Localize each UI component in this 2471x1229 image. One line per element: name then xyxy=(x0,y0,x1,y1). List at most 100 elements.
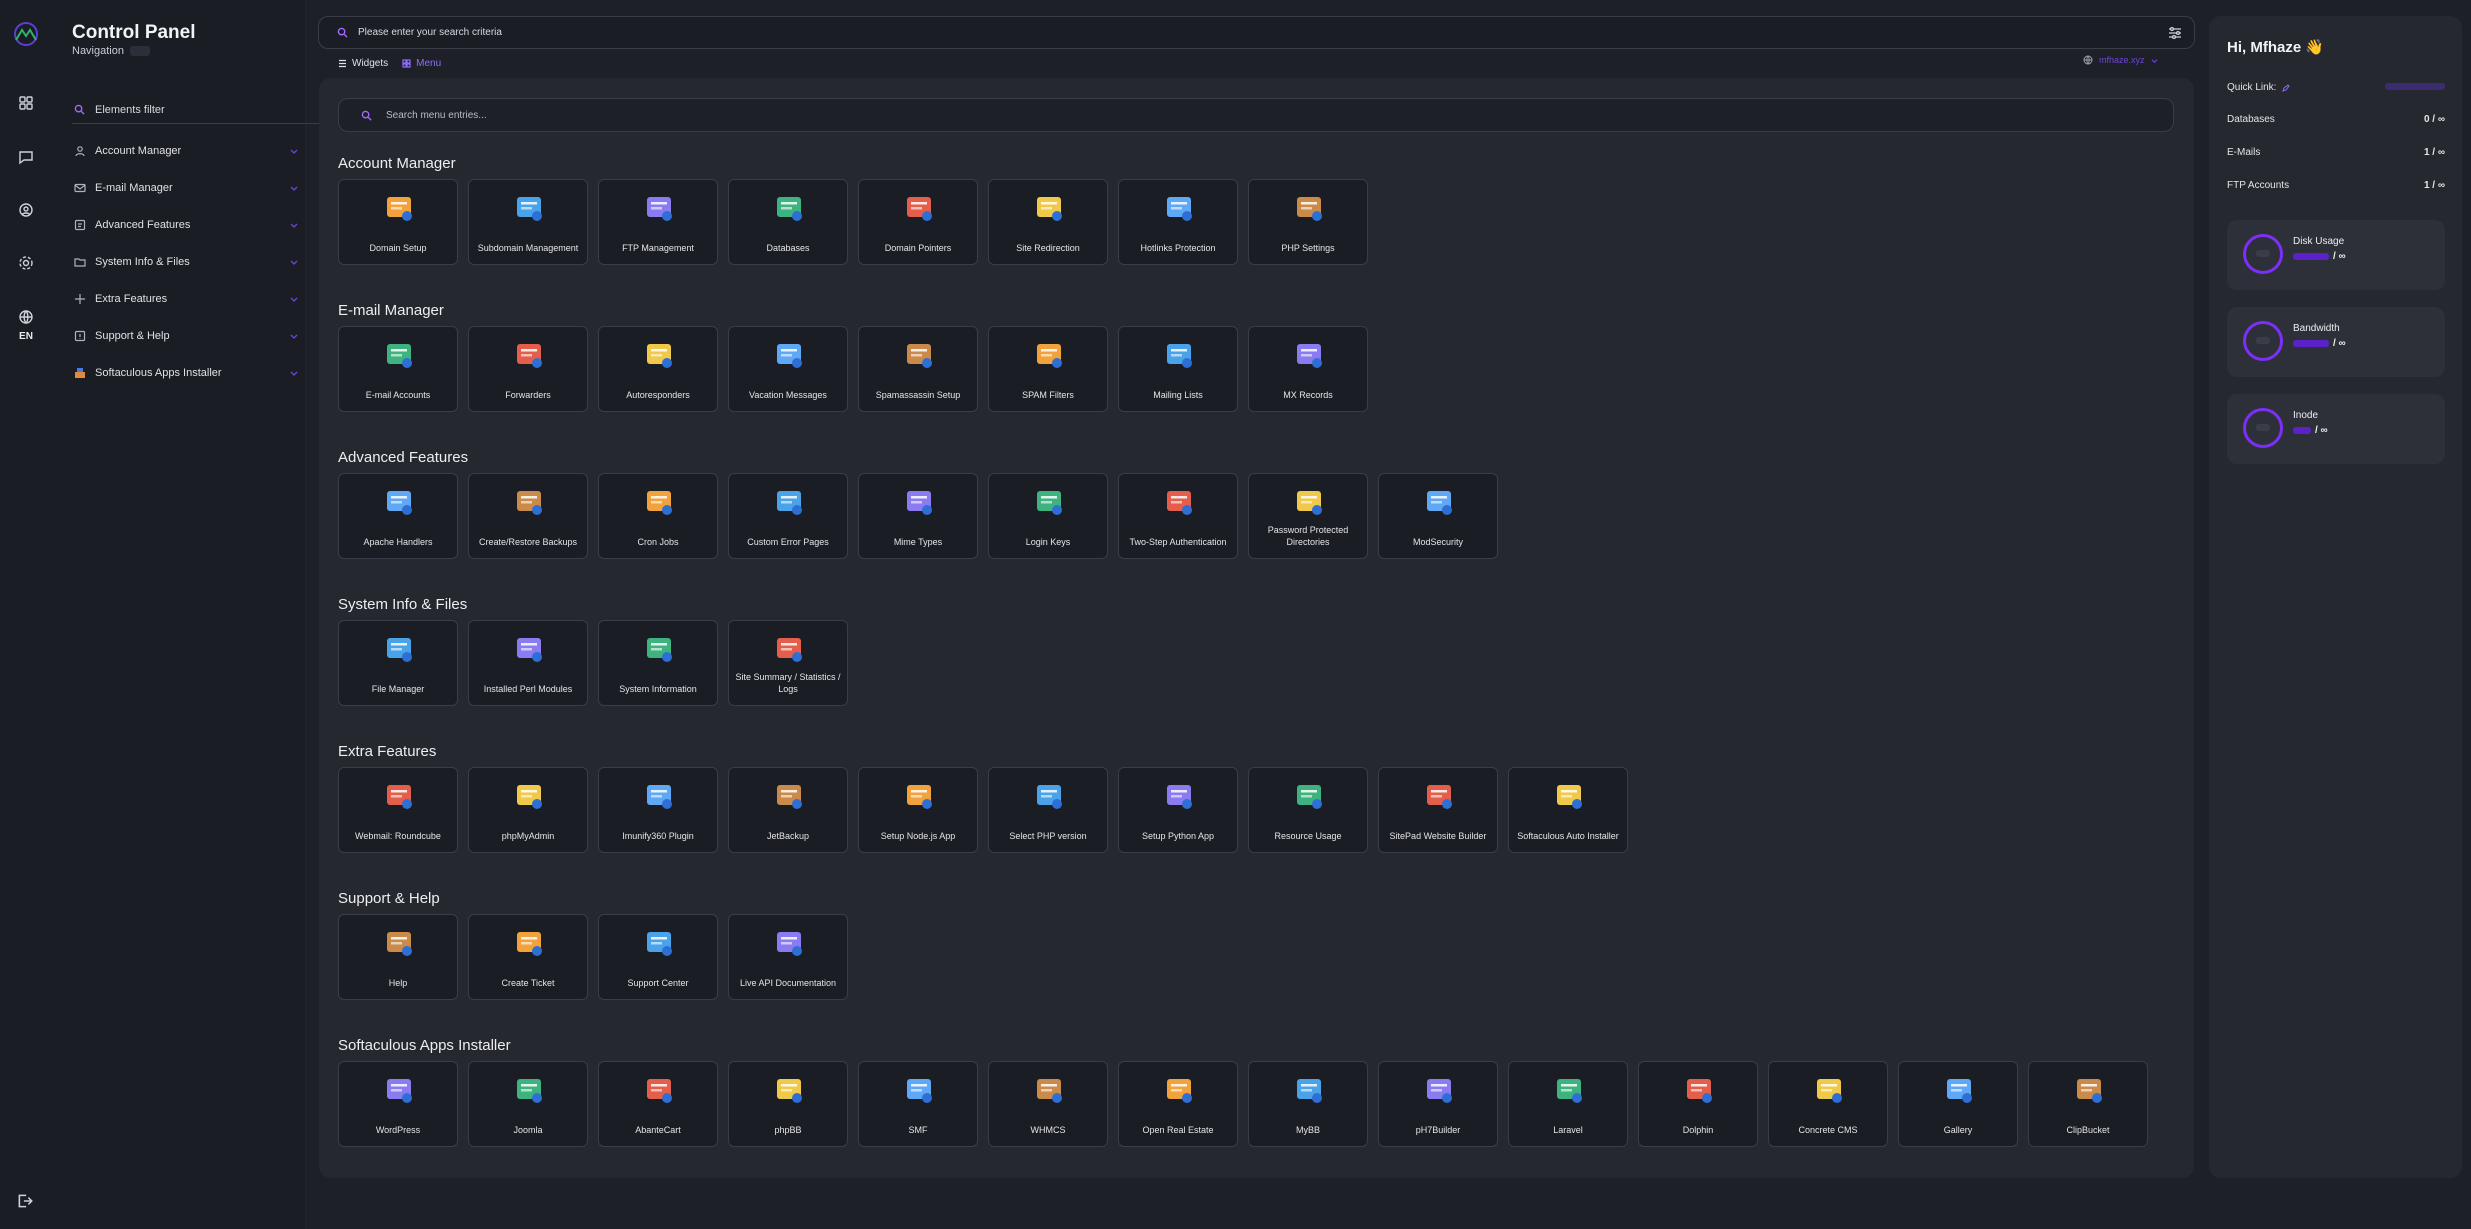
tab-widgets[interactable]: Widgets xyxy=(338,58,388,69)
sidebar-item-softaculous[interactable]: Softaculous Apps Installer xyxy=(72,354,326,391)
menu-tile[interactable]: Installed Perl Modules xyxy=(468,620,588,706)
menu-tile[interactable]: Imunify360 Plugin xyxy=(598,767,718,853)
menu-tile[interactable]: Mailing Lists xyxy=(1118,326,1238,412)
edit-icon[interactable] xyxy=(2282,83,2291,92)
elements-filter-input[interactable]: Elements filter xyxy=(72,96,326,124)
menu-tile[interactable]: AbanteCart xyxy=(598,1061,718,1147)
menu-tile[interactable]: Site Redirection xyxy=(988,179,1108,265)
menu-tile[interactable]: Mime Types xyxy=(858,473,978,559)
menu-tile[interactable]: SMF xyxy=(858,1061,978,1147)
menu-tile[interactable]: phpMyAdmin xyxy=(468,767,588,853)
menu-tile[interactable]: MyBB xyxy=(1248,1061,1368,1147)
menu-tile[interactable]: Open Real Estate xyxy=(1118,1061,1238,1147)
menu-tile[interactable]: Login Keys xyxy=(988,473,1108,559)
quick-link[interactable]: Quick Link: xyxy=(2227,82,2445,93)
menu-tile[interactable]: Resource Usage xyxy=(1248,767,1368,853)
tab-menu[interactable]: Menu xyxy=(402,58,441,69)
menu-tile[interactable]: Concrete CMS xyxy=(1768,1061,1888,1147)
menu-tile[interactable]: Apache Handlers xyxy=(338,473,458,559)
menu-tile[interactable]: Domain Setup xyxy=(338,179,458,265)
menu-tile[interactable]: Select PHP version xyxy=(988,767,1108,853)
menu-tile[interactable]: E-mail Accounts xyxy=(338,326,458,412)
grid-icon xyxy=(402,59,411,68)
chat-icon[interactable] xyxy=(13,144,39,170)
menu-tile[interactable]: Laravel xyxy=(1508,1061,1628,1147)
menu-tile[interactable]: Hotlinks Protection xyxy=(1118,179,1238,265)
tile-label: Setup Python App xyxy=(1141,831,1215,841)
menu-tile[interactable]: Support Center xyxy=(598,914,718,1000)
menu-tile[interactable]: phpBB xyxy=(728,1061,848,1147)
menu-tile[interactable]: Joomla xyxy=(468,1061,588,1147)
menu-tile[interactable]: Databases xyxy=(728,179,848,265)
menu-tile[interactable]: PHP Settings xyxy=(1248,179,1368,265)
language-code[interactable]: EN xyxy=(14,331,38,342)
menu-tile[interactable]: Dolphin xyxy=(1638,1061,1758,1147)
menu-tile[interactable]: Autoresponders xyxy=(598,326,718,412)
profile-icon[interactable] xyxy=(13,197,39,223)
menu-tile[interactable]: Create Ticket xyxy=(468,914,588,1000)
menu-tile[interactable]: Setup Python App xyxy=(1118,767,1238,853)
menu-tile[interactable]: ModSecurity xyxy=(1378,473,1498,559)
settings-icon[interactable] xyxy=(13,250,39,276)
menu-tile[interactable]: Cron Jobs xyxy=(598,473,718,559)
menu-tile[interactable]: Create/Restore Backups xyxy=(468,473,588,559)
menu-tile[interactable]: Help xyxy=(338,914,458,1000)
menu-tile[interactable]: Gallery xyxy=(1898,1061,2018,1147)
sliders-icon[interactable] xyxy=(2168,26,2182,40)
menu-tile[interactable]: WHMCS xyxy=(988,1061,1108,1147)
quick-link-value[interactable] xyxy=(2385,83,2445,90)
menu-tile[interactable]: Domain Pointers xyxy=(858,179,978,265)
globe-icon[interactable] xyxy=(13,304,39,330)
usage-quota: / ∞ xyxy=(2293,338,2346,349)
menu-tile[interactable]: MX Records xyxy=(1248,326,1368,412)
tile-label: AbanteCart xyxy=(635,1125,681,1135)
menu-tile[interactable]: Subdomain Management xyxy=(468,179,588,265)
menu-tile[interactable]: Forwarders xyxy=(468,326,588,412)
tile-label: Open Real Estate xyxy=(1142,1125,1214,1135)
menu-tile[interactable]: Vacation Messages xyxy=(728,326,848,412)
tile-row: File Manager Installed Perl Modules System… xyxy=(338,620,848,706)
menu-tile[interactable]: ClipBucket xyxy=(2028,1061,2148,1147)
menu-tile[interactable]: SitePad Website Builder xyxy=(1378,767,1498,853)
section-title: Softaculous Apps Installer xyxy=(338,1037,511,1054)
menu-tile[interactable]: Site Summary / Statistics / Logs xyxy=(728,620,848,706)
sidebar-item-extra-features[interactable]: Extra Features xyxy=(72,280,326,317)
menu-tile[interactable]: Webmail: Roundcube xyxy=(338,767,458,853)
logout-icon[interactable] xyxy=(16,1192,34,1210)
sidebar-item-advanced-features[interactable]: Advanced Features xyxy=(72,206,326,243)
global-search-placeholder: Please enter your search criteria xyxy=(358,27,502,38)
usage-limit: / ∞ xyxy=(2333,251,2346,262)
tile-label: E-mail Accounts xyxy=(365,390,431,400)
sidebar-item-system-info[interactable]: System Info & Files xyxy=(72,243,326,280)
menu-search-input[interactable]: Search menu entries... xyxy=(338,98,2174,132)
tile-label: PHP Settings xyxy=(1281,243,1335,253)
menu-tile[interactable]: Live API Documentation xyxy=(728,914,848,1000)
section-title: Support & Help xyxy=(338,890,440,907)
menu-tile[interactable]: Custom Error Pages xyxy=(728,473,848,559)
menu-tile[interactable]: SPAM Filters xyxy=(988,326,1108,412)
sidebar-item-account-manager[interactable]: Account Manager xyxy=(72,132,326,169)
menu-tile[interactable]: FTP Management xyxy=(598,179,718,265)
menu-tile[interactable]: File Manager xyxy=(338,620,458,706)
tile-label: Subdomain Management xyxy=(477,243,579,253)
menu-tile[interactable]: pH7Builder xyxy=(1378,1061,1498,1147)
usage-quota: / ∞ xyxy=(2293,251,2346,262)
sidebar-item-email-manager[interactable]: E-mail Manager xyxy=(72,169,326,206)
menu-tile[interactable]: WordPress xyxy=(338,1061,458,1147)
usage-limit: / ∞ xyxy=(2333,338,2346,349)
global-search-input[interactable]: Please enter your search criteria xyxy=(318,16,2195,49)
dashboard-icon[interactable] xyxy=(13,90,39,116)
menu-tile[interactable]: Softaculous Auto Installer xyxy=(1508,767,1628,853)
menu-tile[interactable]: Password Protected Directories xyxy=(1248,473,1368,559)
menu-tile[interactable]: JetBackup xyxy=(728,767,848,853)
menu-tile[interactable]: Spamassassin Setup xyxy=(858,326,978,412)
menu-tile[interactable]: Setup Node.js App xyxy=(858,767,978,853)
nav-pill[interactable] xyxy=(129,46,150,56)
menu-tile[interactable]: Two-Step Authentication xyxy=(1118,473,1238,559)
sidebar-item-support-help[interactable]: Support & Help xyxy=(72,317,326,354)
tile-label: Softaculous Auto Installer xyxy=(1517,831,1619,841)
menu-tile[interactable]: System Information xyxy=(598,620,718,706)
autoresponder-icon xyxy=(641,337,677,373)
chevron-down-icon xyxy=(290,371,298,376)
domain-selector[interactable]: mfhaze.xyz xyxy=(2083,55,2158,65)
